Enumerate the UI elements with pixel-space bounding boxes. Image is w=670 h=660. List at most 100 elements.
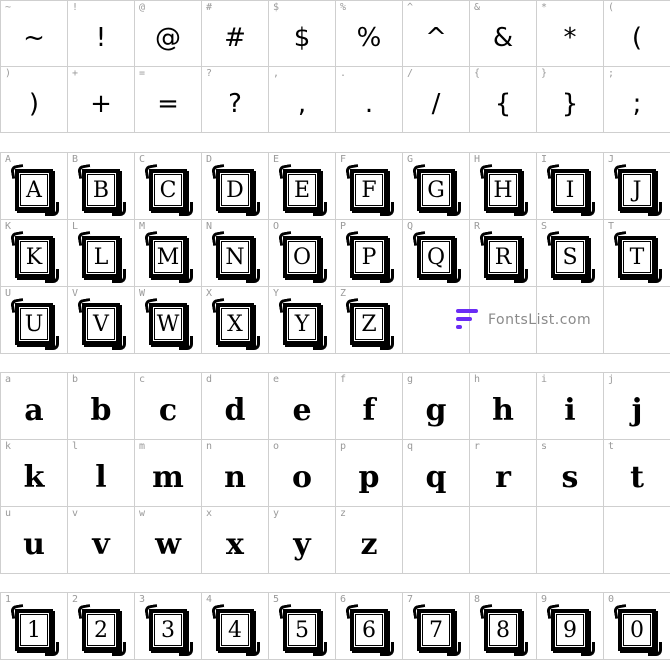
- glyph-cell: 22: [68, 593, 135, 660]
- glyph-sample: T: [604, 232, 670, 283]
- glyph-cell: xx: [202, 507, 269, 574]
- glyph-sample: /: [431, 88, 441, 119]
- glyph-cell: hh: [470, 373, 537, 440]
- glyph-cell: SS: [537, 220, 604, 287]
- ornamental-frame: 4: [216, 609, 260, 656]
- glyph-sample: j: [631, 392, 643, 428]
- glyph-cell: ??: [202, 67, 269, 133]
- glyph-label: 3: [139, 594, 146, 605]
- ornamental-frame: 2: [82, 609, 126, 656]
- glyph-label: a: [5, 374, 12, 385]
- glyph-label: 2: [72, 594, 79, 605]
- glyph-character: M: [156, 244, 180, 270]
- glyph-label: b: [72, 374, 79, 385]
- glyph-label: K: [5, 221, 12, 232]
- glyph-sample: (: [631, 22, 643, 53]
- glyph-cell: FF: [336, 153, 403, 220]
- glyph-cell: ee: [269, 373, 336, 440]
- glyph-sample: V: [68, 299, 134, 350]
- glyph-sample: 4: [202, 605, 268, 656]
- glyph-sample: 7: [403, 605, 469, 656]
- glyph-label: h: [474, 374, 481, 385]
- glyph-sample: l: [95, 459, 107, 495]
- glyph-cell: ~ ~: [1, 1, 68, 67]
- watermark-text: FontsList.com: [488, 312, 592, 328]
- glyph-label: }: [541, 68, 548, 79]
- glyph-cell: 88: [470, 593, 537, 660]
- glyph-character: I: [565, 177, 575, 203]
- ornamental-frame: V: [82, 303, 126, 350]
- glyph-label: H: [474, 154, 481, 165]
- glyph-label: {: [474, 68, 481, 79]
- lowercase-grid: aabbccddeeffgghhiijjkkllmmnnooppqqrrsstt…: [0, 372, 670, 574]
- glyph-cell: 55: [269, 593, 336, 660]
- ornamental-frame: C: [149, 169, 193, 216]
- glyph-cell: rr: [470, 440, 537, 507]
- glyph-sample: F: [336, 165, 402, 216]
- glyph-sample: v: [92, 526, 110, 562]
- ornamental-frame: T: [618, 236, 662, 283]
- glyph-label: w: [139, 508, 146, 519]
- glyph-label: S: [541, 221, 548, 232]
- glyph-sample: !: [95, 22, 107, 53]
- glyph-cell: ;;: [604, 67, 670, 133]
- glyph-sample: O: [269, 232, 335, 283]
- glyph-character: F: [361, 177, 377, 203]
- glyph-cell: gg: [403, 373, 470, 440]
- empty-cell: [604, 287, 670, 354]
- glyph-label: 1: [5, 594, 12, 605]
- glyph-label: U: [5, 288, 12, 299]
- ornamental-frame: 3: [149, 609, 193, 656]
- glyph-label: m: [139, 441, 146, 452]
- glyph-label: 8: [474, 594, 481, 605]
- glyph-character: O: [292, 244, 312, 270]
- glyph-character: Y: [294, 311, 310, 337]
- glyph-sample: 0: [604, 605, 670, 656]
- ornamental-frame: 6: [350, 609, 394, 656]
- glyph-label: M: [139, 221, 146, 232]
- glyph-label: A: [5, 154, 12, 165]
- glyph-sample: ;: [632, 88, 642, 119]
- glyph-label: f: [340, 374, 347, 385]
- glyph-cell: OO: [269, 220, 336, 287]
- glyph-cell: yy: [269, 507, 336, 574]
- glyph-label: N: [206, 221, 213, 232]
- ornamental-frame: R: [484, 236, 528, 283]
- glyph-label: @: [139, 2, 146, 13]
- glyph-cell: EE: [269, 153, 336, 220]
- glyph-sample: .: [364, 88, 374, 119]
- glyph-label: v: [72, 508, 79, 519]
- glyph-cell: vv: [68, 507, 135, 574]
- glyph-label: G: [407, 154, 414, 165]
- glyph-character: V: [93, 311, 109, 337]
- glyph-cell: mm: [135, 440, 202, 507]
- glyph-label: ,: [273, 68, 280, 79]
- glyph-sample: H: [470, 165, 536, 216]
- glyph-label: L: [72, 221, 79, 232]
- glyph-cell: & &: [470, 1, 537, 67]
- glyph-label: r: [474, 441, 481, 452]
- glyph-sample: =: [157, 88, 179, 119]
- glyph-cell: uu: [1, 507, 68, 574]
- ornamental-frame: 1: [15, 609, 59, 656]
- glyph-sample: 3: [135, 605, 201, 656]
- glyph-sample: r: [495, 459, 511, 495]
- glyph-sample: i: [564, 392, 576, 428]
- ornamental-frame: L: [82, 236, 126, 283]
- glyph-sample: Z: [336, 299, 402, 350]
- glyph-label: Q: [407, 221, 414, 232]
- glyph-label: q: [407, 441, 414, 452]
- glyph-sample: L: [68, 232, 134, 283]
- glyph-sample: Y: [269, 299, 335, 350]
- glyph-sample: B: [68, 165, 134, 216]
- glyph-sample: 1: [1, 605, 67, 656]
- glyph-cell: jj: [604, 373, 670, 440]
- glyph-label: O: [273, 221, 280, 232]
- glyph-label: F: [340, 154, 347, 165]
- glyph-character: L: [93, 244, 109, 270]
- ornamental-frame: 5: [283, 609, 327, 656]
- glyph-label: Y: [273, 288, 280, 299]
- glyph-cell: ff: [336, 373, 403, 440]
- glyph-cell: AA: [1, 153, 68, 220]
- glyph-label: (: [608, 2, 615, 13]
